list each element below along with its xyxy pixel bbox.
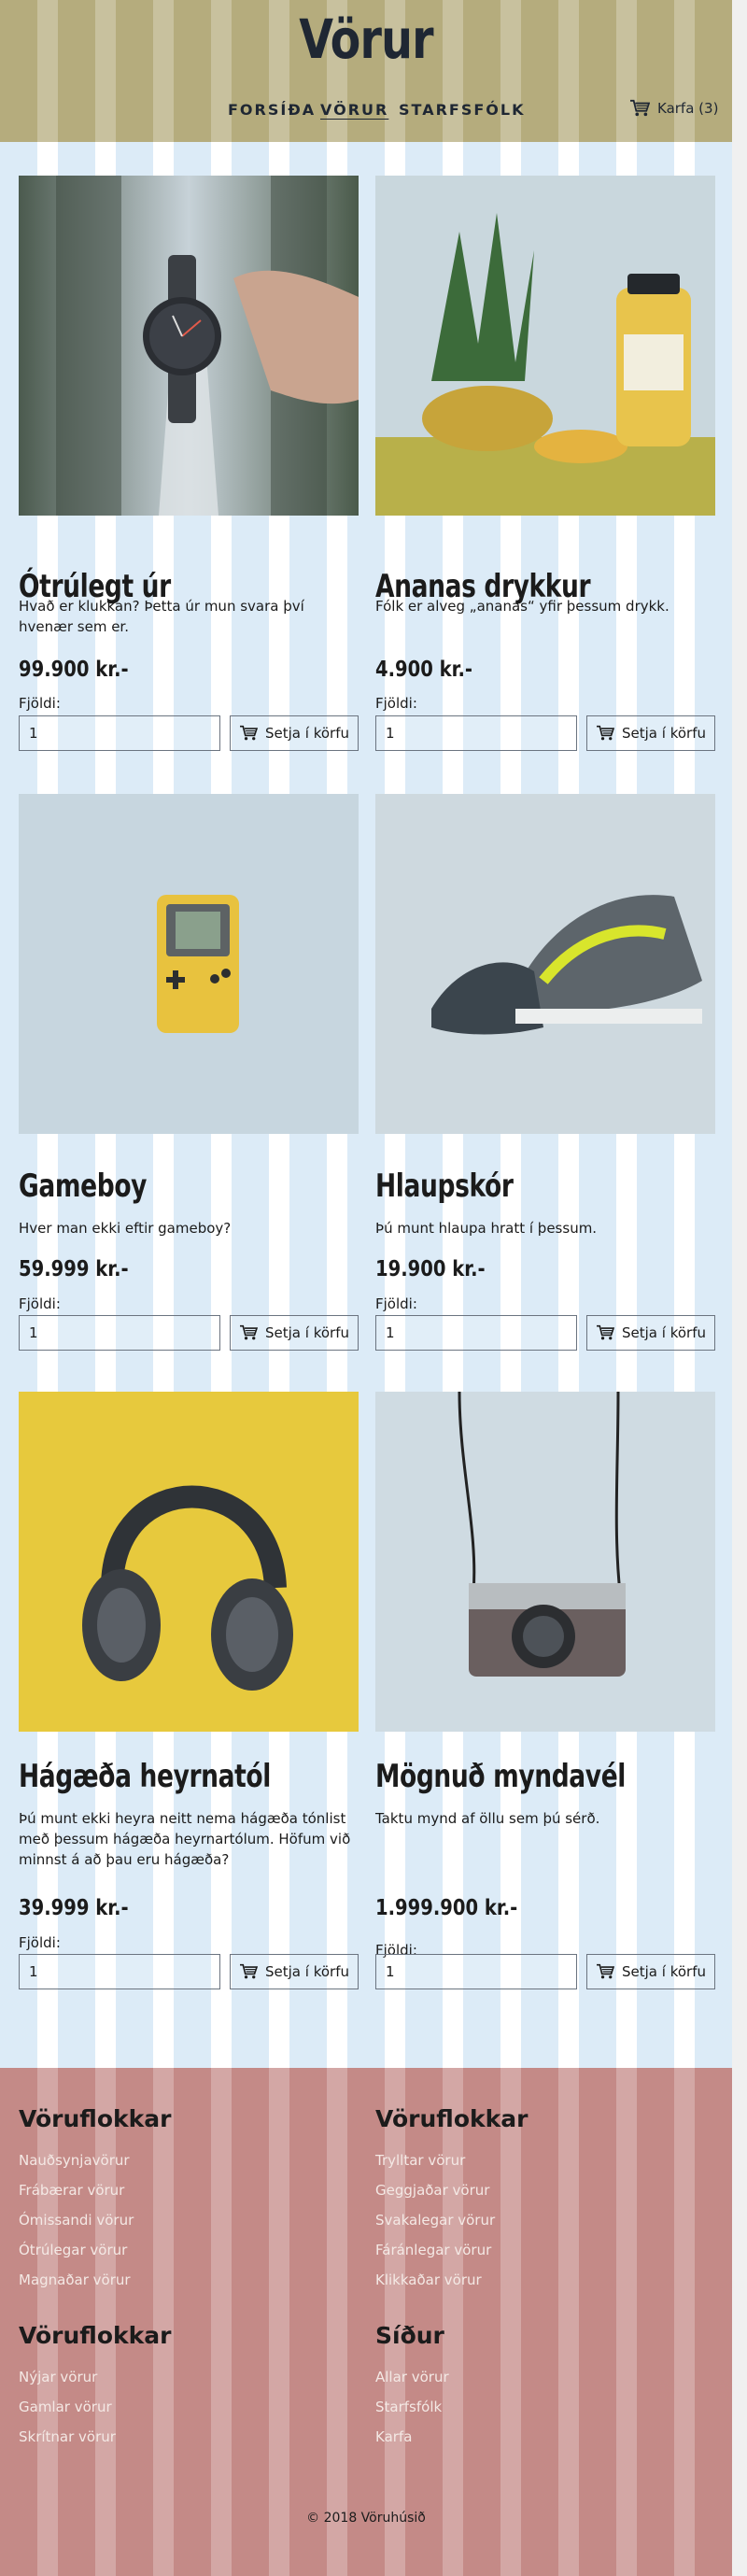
product-description: Þú munt hlaupa hratt í þessum. (375, 1220, 598, 1237)
product-title: Gameboy (19, 1168, 148, 1205)
footer-link[interactable]: Svakalegar vörur (375, 2212, 495, 2229)
footer-heading: Síður (375, 2322, 444, 2349)
product-description: Hver man ekki eftir gameboy? (19, 1220, 232, 1237)
headphones-photo[interactable] (19, 1392, 359, 1732)
cart-icon (240, 1324, 258, 1340)
cart-icon (597, 725, 614, 741)
add-to-cart-button[interactable]: Setja í körfu (586, 1315, 715, 1351)
add-to-cart-label: Setja í körfu (265, 1963, 349, 1980)
footer-column: Vöruflokkar Nauðsynjavörur Frábærar vöru… (19, 2105, 355, 2288)
add-to-cart-label: Setja í körfu (622, 1963, 706, 1980)
add-to-cart-button[interactable]: Setja í körfu (230, 1954, 359, 1989)
footer-link[interactable]: Karfa (375, 2428, 412, 2445)
cart-icon (630, 99, 650, 117)
footer-link[interactable]: Fáránlegar vörur (375, 2242, 491, 2258)
quantity-input[interactable] (19, 1315, 220, 1351)
footer-link[interactable]: Frábærar vörur (19, 2182, 124, 2199)
product-card: Hágæða heyrnatól Þú munt ekki heyra neit… (19, 1392, 359, 1989)
product-description: Fólk er alveg „ananas“ yfir þessum drykk… (375, 598, 669, 615)
footer-heading: Vöruflokkar (19, 2105, 172, 2132)
quantity-label: Fjöldi: (19, 695, 61, 712)
product-price: 19.900 kr.- (375, 1257, 486, 1281)
add-to-cart-label: Setja í körfu (265, 725, 349, 742)
footer-column: Vöruflokkar Nýjar vörur Gamlar vörur Skr… (19, 2322, 355, 2445)
nav-link-starfsfolk[interactable]: Starfsfólk (399, 101, 525, 119)
footer-column: Síður Allar vörur Starfsfólk Karfa (375, 2322, 712, 2445)
product-card: Mögnuð myndavél Taktu mynd af öllu sem þ… (375, 1392, 715, 1989)
cart-link[interactable]: Karfa (3) (629, 99, 718, 118)
scrollbar[interactable] (732, 0, 747, 2576)
quantity-input[interactable] (375, 1954, 577, 1989)
product-price: 4.900 kr.- (375, 658, 473, 682)
product-price: 99.900 kr.- (19, 658, 129, 682)
gameboy-photo[interactable] (19, 794, 359, 1134)
quantity-input[interactable] (375, 715, 577, 751)
footer-link[interactable]: Magnaðar vörur (19, 2272, 131, 2288)
product-price: 1.999.900 kr.- (375, 1896, 518, 1920)
footer-link[interactable]: Skrítnar vörur (19, 2428, 116, 2445)
product-title: Mögnuð myndavél (375, 1758, 627, 1795)
product-card: Gameboy Hver man ekki eftir gameboy? 59.… (19, 794, 359, 1351)
site-title: Vörur (299, 7, 433, 71)
product-price: 39.999 kr.- (19, 1896, 129, 1920)
cart-icon (597, 1963, 614, 1979)
quantity-label: Fjöldi: (375, 695, 417, 712)
footer-link[interactable]: Starfsfólk (375, 2399, 442, 2415)
product-card: Ótrúlegt úr Hvað er klukkan? Þetta úr mu… (19, 176, 359, 751)
footer-link[interactable]: Klikkaðar vörur (375, 2272, 482, 2288)
product-price: 59.999 kr.- (19, 1257, 129, 1281)
footer-heading: Vöruflokkar (375, 2105, 529, 2132)
footer-link[interactable]: Trylltar vörur (375, 2152, 465, 2169)
product-title: Hlaupskór (375, 1168, 514, 1205)
add-to-cart-label: Setja í körfu (622, 725, 706, 742)
product-description: Þú munt ekki heyra neitt nema hágæða tón… (19, 1810, 351, 1868)
add-to-cart-label: Setja í körfu (265, 1324, 349, 1341)
footer-link[interactable]: Gamlar vörur (19, 2399, 112, 2415)
cart-label: Karfa (3) (657, 100, 719, 117)
cart-icon (240, 1963, 258, 1979)
add-to-cart-button[interactable]: Setja í körfu (586, 1954, 715, 1989)
product-card: Hlaupskór Þú munt hlaupa hratt í þessum.… (375, 794, 715, 1351)
footer-column: Vöruflokkar Trylltar vörur Geggjaðar vör… (375, 2105, 712, 2288)
quantity-input[interactable] (375, 1315, 577, 1351)
footer-link[interactable]: Nauðsynjavörur (19, 2152, 130, 2169)
quantity-label: Fjöldi: (19, 1934, 61, 1951)
footer-link[interactable]: Nýjar vörur (19, 2369, 97, 2385)
product-description: Taktu mynd af öllu sem þú sérð. (375, 1810, 600, 1827)
quantity-input[interactable] (19, 715, 220, 751)
footer-link[interactable]: Geggjaðar vörur (375, 2182, 489, 2199)
product-card: Ananas drykkur Fólk er alveg „ananas“ yf… (375, 176, 715, 751)
footer-heading: Vöruflokkar (19, 2322, 172, 2349)
camera-photo[interactable] (375, 1392, 715, 1732)
quantity-input[interactable] (19, 1954, 220, 1989)
watch-photo[interactable] (19, 176, 359, 516)
add-to-cart-label: Setja í körfu (622, 1324, 706, 1341)
add-to-cart-button[interactable]: Setja í körfu (586, 715, 715, 751)
site-footer: Vöruflokkar Nauðsynjavörur Frábærar vöru… (0, 2068, 732, 2576)
main-nav: Forsíða Vörur Starfsfólk (0, 101, 732, 121)
footer-link[interactable]: Allar vörur (375, 2369, 449, 2385)
product-description: Hvað er klukkan? Þetta úr mun svara því … (19, 598, 304, 635)
copyright-text: © 2018 Vöruhúsið (306, 2511, 426, 2526)
cart-icon (597, 1324, 614, 1340)
sneakers-photo[interactable] (375, 794, 715, 1134)
quantity-label: Fjöldi: (19, 1295, 61, 1312)
product-title: Hágæða heyrnatól (19, 1758, 271, 1795)
cart-icon (240, 725, 258, 741)
site-header: Vörur Forsíða Vörur Starfsfólk Karfa (3) (0, 0, 732, 142)
footer-link[interactable]: Ótrúlegar vörur (19, 2242, 127, 2258)
nav-link-forsida[interactable]: Forsíða (228, 101, 316, 119)
add-to-cart-button[interactable]: Setja í körfu (230, 1315, 359, 1351)
quantity-label: Fjöldi: (375, 1295, 417, 1312)
nav-link-vorur[interactable]: Vörur (320, 101, 388, 119)
add-to-cart-button[interactable]: Setja í körfu (230, 715, 359, 751)
footer-link[interactable]: Ómissandi vörur (19, 2212, 134, 2229)
pineapple-drink-photo[interactable] (375, 176, 715, 516)
